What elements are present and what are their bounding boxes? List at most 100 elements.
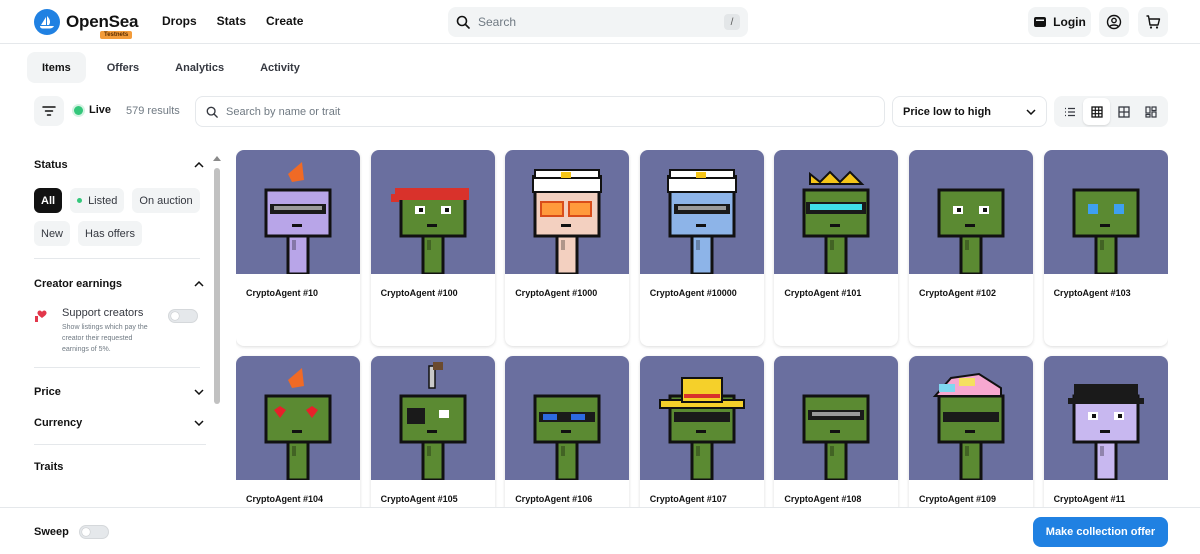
- large-grid-view-button[interactable]: [1110, 98, 1137, 125]
- nft-card[interactable]: CryptoAgent #10000: [639, 150, 764, 346]
- price-title: Price: [34, 386, 61, 398]
- nft-card-name: CryptoAgent #10: [246, 288, 319, 298]
- sweep-control: Sweep: [34, 525, 109, 539]
- nft-image: [370, 356, 495, 480]
- status-chip-has-offers[interactable]: Has offers: [78, 221, 142, 246]
- creator-earnings-header[interactable]: Creator earnings: [34, 269, 204, 299]
- main-nav: Drops Stats Create: [162, 14, 303, 28]
- price-section-header[interactable]: Price: [34, 378, 204, 406]
- large-grid-icon: [1117, 105, 1130, 118]
- sweep-toggle[interactable]: [78, 525, 109, 539]
- global-search-input[interactable]: Search /: [448, 7, 748, 37]
- live-dot-icon: [74, 105, 83, 115]
- account-icon: [1106, 14, 1122, 30]
- list-view-icon: [1064, 107, 1075, 116]
- account-button[interactable]: [1099, 7, 1129, 37]
- list-view-button[interactable]: [1056, 98, 1083, 125]
- nft-card[interactable]: CryptoAgent #103: [1043, 150, 1168, 346]
- search-icon: [456, 15, 470, 29]
- nft-card[interactable]: CryptoAgent #1000: [505, 150, 630, 346]
- top-navbar: OpenSea Testnets Drops Stats Create Sear…: [0, 0, 1200, 44]
- nft-image: [236, 150, 360, 274]
- status-chips: All Listed On auction New Has offers: [34, 188, 204, 246]
- make-collection-offer-button[interactable]: Make collection offer: [1033, 517, 1168, 547]
- nft-card[interactable]: CryptoAgent #10: [236, 150, 360, 346]
- nft-card[interactable]: CryptoAgent #105: [370, 356, 495, 510]
- live-label: Live: [89, 104, 112, 116]
- nft-card-name: CryptoAgent #103: [1053, 288, 1131, 298]
- status-chip-listed[interactable]: Listed: [70, 188, 125, 213]
- status-chip-on-auction[interactable]: On auction: [132, 188, 200, 213]
- scrollbar-thumb[interactable]: [214, 168, 220, 404]
- login-label: Login: [1053, 15, 1086, 29]
- testnets-badge: Testnets: [100, 31, 133, 39]
- nft-card[interactable]: CryptoAgent #101: [774, 150, 899, 346]
- currency-section-header[interactable]: Currency: [34, 406, 204, 440]
- login-button[interactable]: Login: [1028, 7, 1091, 37]
- nft-image: [774, 356, 899, 480]
- masonry-view-button[interactable]: [1137, 98, 1164, 125]
- tab-offers[interactable]: Offers: [92, 52, 154, 83]
- nft-card-name: CryptoAgent #108: [784, 494, 862, 504]
- nav-create[interactable]: Create: [266, 14, 303, 28]
- grid-view-icon: [1090, 105, 1103, 118]
- tab-analytics[interactable]: Analytics: [160, 52, 239, 83]
- sweep-label: Sweep: [34, 526, 69, 538]
- chevron-down-icon: [1026, 108, 1036, 115]
- nft-image: [908, 150, 1033, 274]
- traits-title: Traits: [34, 461, 64, 473]
- cart-button[interactable]: [1138, 7, 1168, 37]
- support-creators-description: Show listings which pay the creator thei…: [62, 324, 148, 353]
- status-section-header[interactable]: Status: [34, 150, 204, 180]
- nft-card[interactable]: CryptoAgent #100: [370, 150, 495, 346]
- nft-card-name: CryptoAgent #101: [784, 288, 862, 298]
- listed-label: Listed: [88, 194, 118, 207]
- nft-card[interactable]: CryptoAgent #106: [505, 356, 630, 510]
- tab-activity[interactable]: Activity: [245, 52, 315, 83]
- traits-section-header[interactable]: Traits: [34, 455, 204, 479]
- nft-card[interactable]: CryptoAgent #109: [908, 356, 1033, 510]
- sidebar-scrollbar[interactable]: [212, 152, 222, 512]
- currency-title: Currency: [34, 417, 83, 429]
- brand-name: OpenSea: [66, 12, 139, 31]
- filter-bar: Live 579 results Search by name or trait…: [0, 96, 1200, 128]
- masonry-view-icon: [1144, 105, 1157, 118]
- wallet-icon: [1034, 17, 1047, 27]
- search-icon: [206, 106, 218, 118]
- tab-items[interactable]: Items: [27, 52, 86, 83]
- scroll-up-arrow-icon: [213, 156, 221, 161]
- chevron-up-icon: [194, 281, 204, 287]
- collection-tabs: Items Offers Analytics Activity: [27, 52, 321, 83]
- support-creators-toggle[interactable]: [168, 309, 198, 323]
- nft-card-name: CryptoAgent #109: [918, 494, 996, 504]
- nft-card-name: CryptoAgent #100: [380, 288, 458, 298]
- nft-image: [236, 356, 360, 480]
- nft-image: [505, 150, 630, 274]
- grid-view-button[interactable]: [1083, 98, 1110, 125]
- nav-stats[interactable]: Stats: [217, 14, 246, 28]
- search-placeholder: Search: [478, 15, 517, 29]
- nft-image: [505, 356, 630, 480]
- heart-hand-icon: [35, 310, 47, 322]
- nft-card[interactable]: CryptoAgent #107: [639, 356, 764, 510]
- filter-toggle-button[interactable]: [34, 96, 64, 126]
- creator-earnings-title: Creator earnings: [34, 278, 123, 290]
- nft-card-name: CryptoAgent #10000: [649, 288, 737, 298]
- filter-icon: [42, 106, 56, 116]
- nft-card-name: CryptoAgent #1000: [515, 288, 598, 298]
- trait-search-input[interactable]: Search by name or trait: [195, 96, 885, 127]
- chevron-up-icon: [194, 162, 204, 168]
- nft-card[interactable]: CryptoAgent #104: [236, 356, 360, 510]
- nft-card-name: CryptoAgent #105: [380, 494, 458, 504]
- nav-drops[interactable]: Drops: [162, 14, 197, 28]
- nft-card[interactable]: CryptoAgent #108: [774, 356, 899, 510]
- support-creators-label: Support creators: [62, 307, 144, 319]
- results-count: 579 results: [126, 105, 180, 117]
- nft-image: [908, 356, 1033, 480]
- nft-card[interactable]: CryptoAgent #102: [908, 150, 1033, 346]
- sort-dropdown[interactable]: Price low to high: [892, 96, 1047, 127]
- nft-card[interactable]: CryptoAgent #11: [1043, 356, 1168, 510]
- status-chip-new[interactable]: New: [34, 221, 71, 246]
- cart-icon: [1146, 15, 1161, 29]
- status-chip-all[interactable]: All: [34, 188, 63, 213]
